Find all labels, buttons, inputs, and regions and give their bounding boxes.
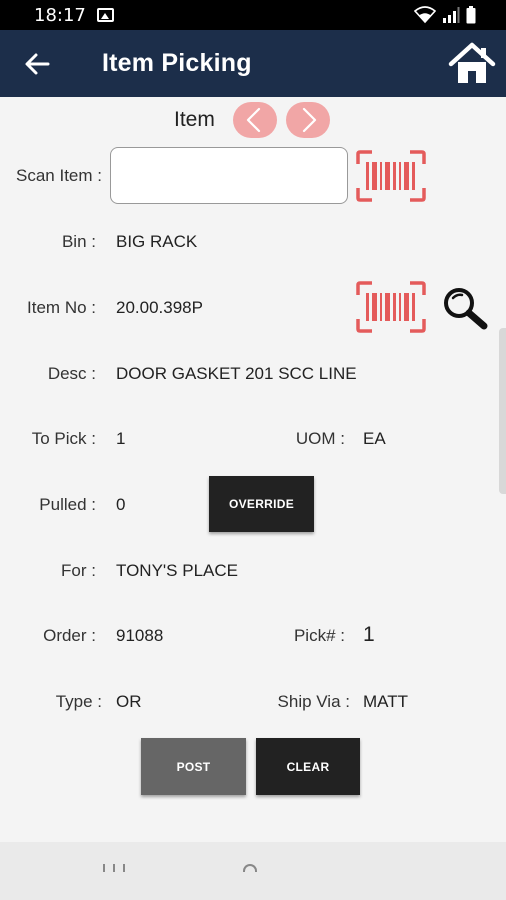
app-bar: Item Picking: [0, 30, 506, 97]
order-value: 91088: [116, 626, 164, 645]
page-title: Item Picking: [102, 49, 252, 77]
uom-label: UOM :: [295, 429, 345, 448]
desc-value: DOOR GASKET 201 SCC LINE: [116, 364, 357, 383]
scan-item-input[interactable]: [110, 147, 348, 204]
chevron-left-icon: [246, 107, 261, 133]
arrow-left-icon: [25, 53, 50, 75]
side-drawer-handle[interactable]: [499, 328, 506, 494]
battery-icon: [466, 6, 476, 24]
item-no-value: 20.00.398P: [116, 298, 203, 317]
recent-apps-button[interactable]: [103, 864, 125, 872]
home-icon: [448, 42, 496, 83]
item-navigator: Item: [0, 100, 506, 140]
signal-icon: [443, 7, 460, 23]
previous-item-button[interactable]: [233, 102, 277, 138]
ship-via-value: MATT: [363, 692, 409, 711]
pulled-value: 0: [116, 495, 126, 514]
status-bar: 18:17: [0, 0, 506, 30]
chevron-right-icon: [302, 107, 317, 133]
system-home-button[interactable]: [243, 864, 257, 872]
post-button[interactable]: POST: [141, 738, 246, 795]
back-button[interactable]: [20, 48, 56, 80]
magnifier-icon: [444, 288, 488, 330]
for-label: For :: [61, 561, 96, 580]
barcode-scan-icon: [356, 150, 426, 202]
image-notification-icon: [97, 8, 114, 22]
uom-value: EA: [363, 429, 386, 448]
override-button[interactable]: OVERRIDE: [209, 476, 314, 532]
system-nav-bar: [0, 842, 506, 900]
to-pick-label: To Pick :: [31, 429, 96, 448]
status-icons: [414, 6, 476, 24]
item-search-button[interactable]: [440, 285, 490, 331]
item-no-label: Item No :: [27, 298, 96, 317]
ship-via-label: Ship Via :: [277, 692, 350, 711]
pick-number-value: 1: [363, 623, 375, 646]
item-no-barcode-button[interactable]: [356, 281, 426, 333]
type-value: OR: [116, 692, 142, 711]
for-value: TONY'S PLACE: [116, 561, 238, 580]
pick-number-label: Pick# :: [293, 626, 345, 645]
clear-button[interactable]: CLEAR: [256, 738, 360, 795]
barcode-scan-icon: [356, 281, 426, 333]
bin-value: BIG RACK: [116, 232, 198, 251]
item-nav-label: Item: [174, 108, 215, 131]
scan-item-label: Scan Item :: [16, 166, 102, 185]
to-pick-value: 1: [116, 429, 126, 448]
status-time: 18:17: [34, 5, 86, 26]
next-item-button[interactable]: [286, 102, 330, 138]
wifi-icon: [414, 6, 436, 24]
home-button[interactable]: [448, 42, 496, 86]
scan-item-barcode-button[interactable]: [356, 150, 426, 202]
bin-label: Bin :: [61, 232, 96, 251]
type-label: Type :: [55, 692, 102, 711]
order-label: Order :: [43, 626, 96, 645]
pulled-label: Pulled :: [39, 495, 96, 514]
desc-label: Desc :: [47, 364, 96, 383]
